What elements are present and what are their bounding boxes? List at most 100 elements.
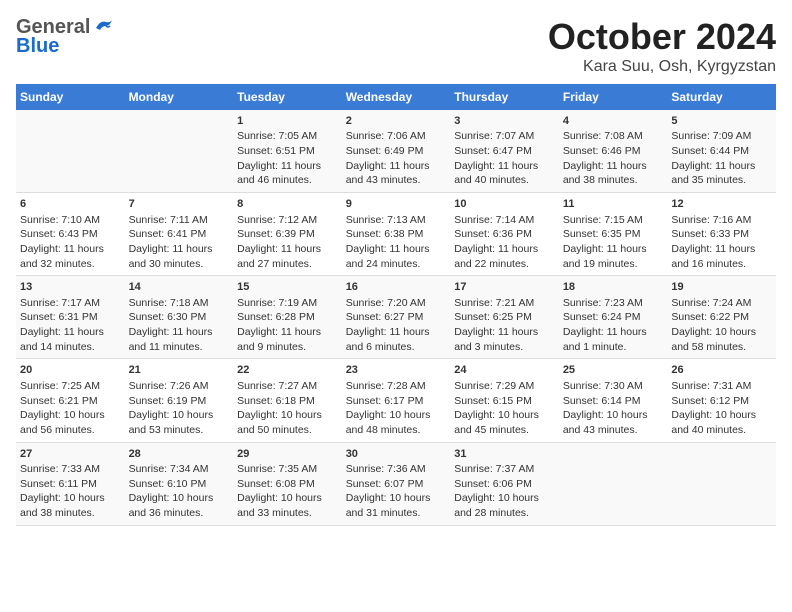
day-number: 25 (563, 363, 664, 378)
calendar-cell: 1Sunrise: 7:05 AM Sunset: 6:51 PM Daylig… (233, 110, 342, 193)
calendar-cell: 20Sunrise: 7:25 AM Sunset: 6:21 PM Dayli… (16, 359, 125, 442)
day-number: 20 (20, 363, 121, 378)
header-thursday: Thursday (450, 84, 559, 110)
logo: General Blue (16, 16, 114, 58)
calendar-cell: 15Sunrise: 7:19 AM Sunset: 6:28 PM Dayli… (233, 276, 342, 359)
calendar-cell (125, 110, 234, 193)
day-info: Sunrise: 7:05 AM Sunset: 6:51 PM Dayligh… (237, 129, 338, 188)
calendar-cell: 6Sunrise: 7:10 AM Sunset: 6:43 PM Daylig… (16, 193, 125, 276)
day-info: Sunrise: 7:31 AM Sunset: 6:12 PM Dayligh… (671, 379, 772, 438)
calendar-cell: 29Sunrise: 7:35 AM Sunset: 6:08 PM Dayli… (233, 442, 342, 525)
calendar-cell: 7Sunrise: 7:11 AM Sunset: 6:41 PM Daylig… (125, 193, 234, 276)
month-title: October 2024 (548, 16, 776, 58)
day-number: 14 (129, 280, 230, 295)
day-number: 1 (237, 114, 338, 129)
calendar-cell: 30Sunrise: 7:36 AM Sunset: 6:07 PM Dayli… (342, 442, 451, 525)
calendar-week-1: 1Sunrise: 7:05 AM Sunset: 6:51 PM Daylig… (16, 110, 776, 193)
header-tuesday: Tuesday (233, 84, 342, 110)
day-number: 4 (563, 114, 664, 129)
calendar-cell: 14Sunrise: 7:18 AM Sunset: 6:30 PM Dayli… (125, 276, 234, 359)
calendar-table: Sunday Monday Tuesday Wednesday Thursday… (16, 84, 776, 526)
day-number: 31 (454, 447, 555, 462)
day-info: Sunrise: 7:26 AM Sunset: 6:19 PM Dayligh… (129, 379, 230, 438)
calendar-cell (16, 110, 125, 193)
calendar-cell: 27Sunrise: 7:33 AM Sunset: 6:11 PM Dayli… (16, 442, 125, 525)
calendar-cell: 10Sunrise: 7:14 AM Sunset: 6:36 PM Dayli… (450, 193, 559, 276)
day-info: Sunrise: 7:35 AM Sunset: 6:08 PM Dayligh… (237, 462, 338, 521)
day-info: Sunrise: 7:25 AM Sunset: 6:21 PM Dayligh… (20, 379, 121, 438)
day-info: Sunrise: 7:21 AM Sunset: 6:25 PM Dayligh… (454, 296, 555, 355)
day-info: Sunrise: 7:07 AM Sunset: 6:47 PM Dayligh… (454, 129, 555, 188)
day-number: 18 (563, 280, 664, 295)
calendar-cell (559, 442, 668, 525)
location: Kara Suu, Osh, Kyrgyzstan (548, 58, 776, 76)
calendar-cell: 4Sunrise: 7:08 AM Sunset: 6:46 PM Daylig… (559, 110, 668, 193)
day-info: Sunrise: 7:17 AM Sunset: 6:31 PM Dayligh… (20, 296, 121, 355)
day-number: 11 (563, 197, 664, 212)
header-wednesday: Wednesday (342, 84, 451, 110)
header-friday: Friday (559, 84, 668, 110)
calendar-header: Sunday Monday Tuesday Wednesday Thursday… (16, 84, 776, 110)
calendar-cell: 9Sunrise: 7:13 AM Sunset: 6:38 PM Daylig… (342, 193, 451, 276)
day-number: 21 (129, 363, 230, 378)
day-info: Sunrise: 7:34 AM Sunset: 6:10 PM Dayligh… (129, 462, 230, 521)
calendar-cell: 19Sunrise: 7:24 AM Sunset: 6:22 PM Dayli… (667, 276, 776, 359)
header-row: Sunday Monday Tuesday Wednesday Thursday… (16, 84, 776, 110)
day-number: 9 (346, 197, 447, 212)
day-number: 26 (671, 363, 772, 378)
day-number: 8 (237, 197, 338, 212)
calendar-cell: 31Sunrise: 7:37 AM Sunset: 6:06 PM Dayli… (450, 442, 559, 525)
day-info: Sunrise: 7:12 AM Sunset: 6:39 PM Dayligh… (237, 213, 338, 272)
day-info: Sunrise: 7:10 AM Sunset: 6:43 PM Dayligh… (20, 213, 121, 272)
calendar-cell: 21Sunrise: 7:26 AM Sunset: 6:19 PM Dayli… (125, 359, 234, 442)
header-monday: Monday (125, 84, 234, 110)
day-info: Sunrise: 7:16 AM Sunset: 6:33 PM Dayligh… (671, 213, 772, 272)
day-info: Sunrise: 7:36 AM Sunset: 6:07 PM Dayligh… (346, 462, 447, 521)
day-info: Sunrise: 7:27 AM Sunset: 6:18 PM Dayligh… (237, 379, 338, 438)
day-info: Sunrise: 7:14 AM Sunset: 6:36 PM Dayligh… (454, 213, 555, 272)
day-number: 29 (237, 447, 338, 462)
day-number: 12 (671, 197, 772, 212)
calendar-cell: 28Sunrise: 7:34 AM Sunset: 6:10 PM Dayli… (125, 442, 234, 525)
day-number: 24 (454, 363, 555, 378)
day-number: 30 (346, 447, 447, 462)
day-info: Sunrise: 7:20 AM Sunset: 6:27 PM Dayligh… (346, 296, 447, 355)
calendar-cell: 2Sunrise: 7:06 AM Sunset: 6:49 PM Daylig… (342, 110, 451, 193)
day-info: Sunrise: 7:08 AM Sunset: 6:46 PM Dayligh… (563, 129, 664, 188)
calendar-cell: 12Sunrise: 7:16 AM Sunset: 6:33 PM Dayli… (667, 193, 776, 276)
day-info: Sunrise: 7:18 AM Sunset: 6:30 PM Dayligh… (129, 296, 230, 355)
calendar-cell: 22Sunrise: 7:27 AM Sunset: 6:18 PM Dayli… (233, 359, 342, 442)
day-info: Sunrise: 7:09 AM Sunset: 6:44 PM Dayligh… (671, 129, 772, 188)
day-number: 3 (454, 114, 555, 129)
day-info: Sunrise: 7:15 AM Sunset: 6:35 PM Dayligh… (563, 213, 664, 272)
day-info: Sunrise: 7:30 AM Sunset: 6:14 PM Dayligh… (563, 379, 664, 438)
calendar-week-5: 27Sunrise: 7:33 AM Sunset: 6:11 PM Dayli… (16, 442, 776, 525)
day-info: Sunrise: 7:11 AM Sunset: 6:41 PM Dayligh… (129, 213, 230, 272)
day-number: 16 (346, 280, 447, 295)
day-number: 27 (20, 447, 121, 462)
calendar-body: 1Sunrise: 7:05 AM Sunset: 6:51 PM Daylig… (16, 110, 776, 525)
header-saturday: Saturday (667, 84, 776, 110)
calendar-cell: 16Sunrise: 7:20 AM Sunset: 6:27 PM Dayli… (342, 276, 451, 359)
day-number: 5 (671, 114, 772, 129)
calendar-cell: 5Sunrise: 7:09 AM Sunset: 6:44 PM Daylig… (667, 110, 776, 193)
calendar-cell: 24Sunrise: 7:29 AM Sunset: 6:15 PM Dayli… (450, 359, 559, 442)
day-info: Sunrise: 7:23 AM Sunset: 6:24 PM Dayligh… (563, 296, 664, 355)
calendar-cell: 11Sunrise: 7:15 AM Sunset: 6:35 PM Dayli… (559, 193, 668, 276)
calendar-cell: 25Sunrise: 7:30 AM Sunset: 6:14 PM Dayli… (559, 359, 668, 442)
day-number: 10 (454, 197, 555, 212)
calendar-cell: 17Sunrise: 7:21 AM Sunset: 6:25 PM Dayli… (450, 276, 559, 359)
day-number: 2 (346, 114, 447, 129)
day-info: Sunrise: 7:19 AM Sunset: 6:28 PM Dayligh… (237, 296, 338, 355)
day-number: 22 (237, 363, 338, 378)
calendar-cell (667, 442, 776, 525)
header-sunday: Sunday (16, 84, 125, 110)
day-info: Sunrise: 7:06 AM Sunset: 6:49 PM Dayligh… (346, 129, 447, 188)
day-number: 13 (20, 280, 121, 295)
day-number: 19 (671, 280, 772, 295)
calendar-cell: 3Sunrise: 7:07 AM Sunset: 6:47 PM Daylig… (450, 110, 559, 193)
day-info: Sunrise: 7:13 AM Sunset: 6:38 PM Dayligh… (346, 213, 447, 272)
title-section: October 2024 Kara Suu, Osh, Kyrgyzstan (548, 16, 776, 76)
day-info: Sunrise: 7:33 AM Sunset: 6:11 PM Dayligh… (20, 462, 121, 521)
day-number: 7 (129, 197, 230, 212)
